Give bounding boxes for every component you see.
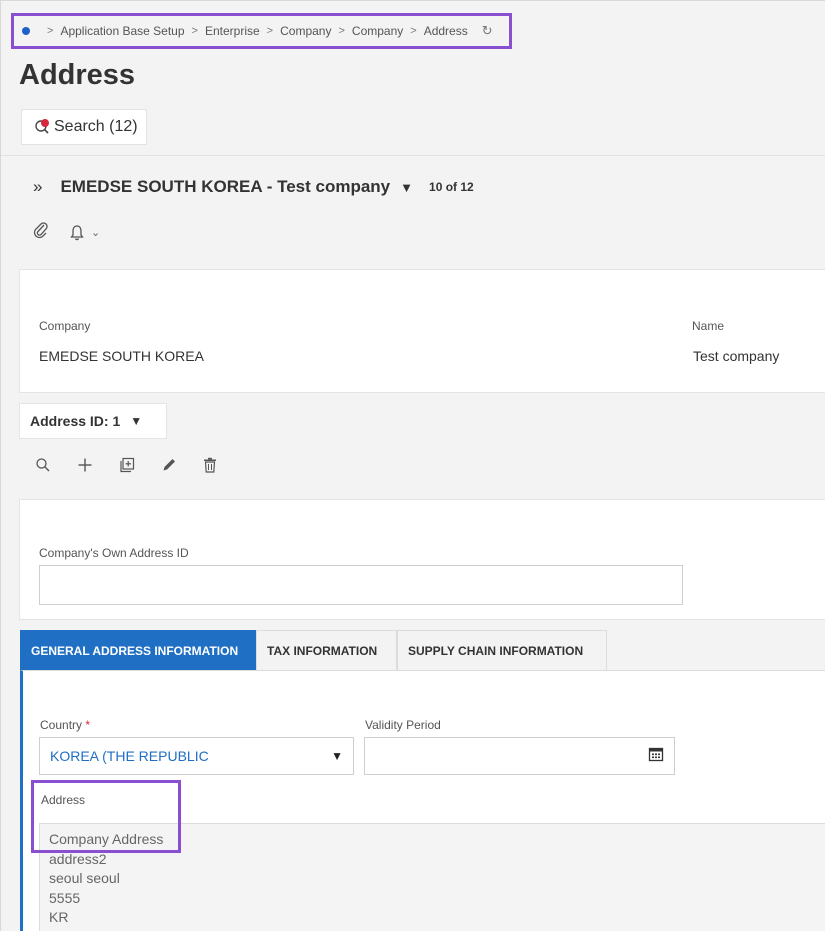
name-label: Name xyxy=(692,319,725,333)
address-id-selector[interactable]: Address ID: 1 ▼ xyxy=(19,403,167,439)
address-line: 5555 xyxy=(49,889,81,906)
breadcrumb-item[interactable]: Enterprise xyxy=(205,24,260,38)
record-title[interactable]: EMEDSE SOUTH KOREA - Test company xyxy=(60,177,390,197)
caret-down-icon[interactable]: ▼ xyxy=(400,180,413,195)
calendar-icon[interactable] xyxy=(648,746,664,767)
address-line: KR xyxy=(49,909,69,925)
notification-menu[interactable]: ⌄ xyxy=(69,224,100,242)
duplicate-icon[interactable] xyxy=(119,457,135,478)
paperclip-icon[interactable] xyxy=(33,221,49,244)
page-title: Address xyxy=(19,59,136,91)
breadcrumb: > Application Base Setup > Enterprise > … xyxy=(11,13,512,49)
filter-active-dot xyxy=(41,119,49,127)
caret-down-icon: ▼ xyxy=(331,749,343,763)
chevron-right-icon: > xyxy=(338,25,345,37)
chevron-right-icon: > xyxy=(266,25,274,37)
chevron-down-icon: ⌄ xyxy=(91,227,101,239)
breadcrumb-item[interactable]: Company xyxy=(280,24,331,38)
search-icon xyxy=(34,118,52,136)
header-divider xyxy=(1,155,825,156)
bell-icon xyxy=(70,224,84,240)
search-label: Search (12) xyxy=(54,118,138,135)
search-icon[interactable] xyxy=(35,457,51,478)
tab-supply-chain[interactable]: SUPPLY CHAIN INFORMATION xyxy=(397,630,607,670)
add-icon[interactable] xyxy=(77,457,93,478)
edit-icon[interactable] xyxy=(161,457,177,478)
breadcrumb-item[interactable]: Application Base Setup xyxy=(60,24,184,38)
chevron-right-icon: > xyxy=(410,25,417,37)
name-value: Test company xyxy=(693,348,780,364)
address-line: seoul seoul xyxy=(49,870,120,886)
home-dot-icon[interactable] xyxy=(22,27,30,35)
expand-icon[interactable]: » xyxy=(33,177,42,197)
validity-period-input[interactable] xyxy=(364,737,675,775)
address-id-label: Address ID: 1 xyxy=(30,413,121,429)
breadcrumb-item[interactable]: Company xyxy=(352,24,403,38)
record-header: » EMEDSE SOUTH KOREA - Test company ▼ 10… xyxy=(33,173,474,201)
country-label-text: Country xyxy=(40,718,83,732)
search-button[interactable]: Search (12) xyxy=(21,109,147,145)
tab-bar: GENERAL ADDRESS INFORMATION TAX INFORMAT… xyxy=(20,630,607,670)
chevron-right-icon: > xyxy=(47,25,54,37)
breadcrumb-item: Address xyxy=(423,24,468,38)
own-address-label: Company's Own Address ID xyxy=(39,546,189,560)
delete-icon[interactable] xyxy=(203,457,217,478)
company-label: Company xyxy=(39,319,91,333)
validity-label: Validity Period xyxy=(365,718,441,732)
country-select[interactable]: KOREA (THE REPUBLIC ▼ xyxy=(39,737,354,775)
own-address-input[interactable] xyxy=(39,565,683,605)
record-count: 10 of 12 xyxy=(429,180,474,194)
chevron-right-icon: > xyxy=(191,25,198,37)
country-label: Country * xyxy=(40,718,90,732)
required-mark: * xyxy=(85,718,91,732)
record-tools: ⌄ xyxy=(33,221,100,244)
address-actions xyxy=(35,457,217,478)
caret-down-icon: ▼ xyxy=(130,414,143,428)
tab-tax-information[interactable]: TAX INFORMATION xyxy=(256,630,397,670)
company-value: EMEDSE SOUTH KOREA xyxy=(39,348,204,364)
address-highlight-box xyxy=(31,780,181,853)
country-value: KOREA (THE REPUBLIC xyxy=(50,748,209,764)
refresh-icon[interactable]: ↻ xyxy=(482,23,493,39)
tab-general-address[interactable]: GENERAL ADDRESS INFORMATION xyxy=(20,630,256,670)
